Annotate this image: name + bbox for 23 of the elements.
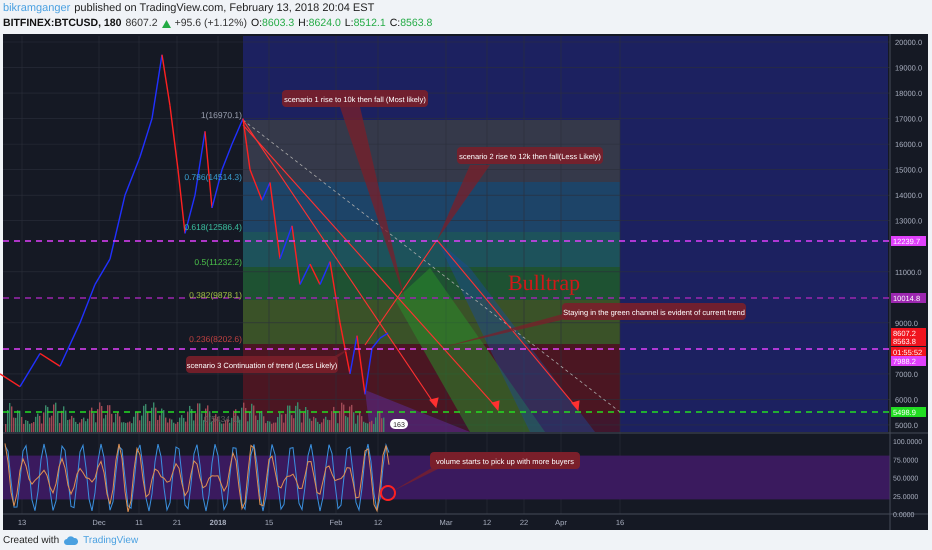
ohlc-value: 8624.0 bbox=[308, 16, 341, 31]
ohlc-label: C: bbox=[390, 16, 400, 31]
price-change: +95.6 (+1.12%) bbox=[174, 16, 247, 31]
created-with-text: Created with bbox=[3, 534, 60, 548]
cloud-logo-icon bbox=[64, 536, 78, 544]
bulltrap-label: Bulltrap bbox=[508, 270, 580, 295]
author-link[interactable]: bikramganger bbox=[3, 1, 70, 16]
symbol-title: BITFINEX:BTCUSD, 180 bbox=[3, 16, 122, 31]
brand-link[interactable]: TradingView bbox=[83, 532, 138, 548]
ohlc-value: 8603.3 bbox=[262, 16, 294, 31]
fib-level-label: 0.236(8202.6) bbox=[189, 334, 242, 344]
highlight-circle bbox=[380, 485, 396, 501]
ohlc-value: 8563.8 bbox=[400, 16, 432, 31]
trend-up-icon bbox=[162, 20, 171, 28]
ohlc-label: O: bbox=[250, 16, 262, 31]
published-text: published on TradingView.com, February 13, 2018 20:04 EST bbox=[74, 1, 374, 16]
fib-level-label: 0.5(11232.2) bbox=[194, 257, 242, 267]
ohlc-label: H: bbox=[298, 16, 309, 31]
ohlc-value: 8512.1 bbox=[354, 16, 386, 31]
fib-level-label: 1(16970.1) bbox=[200, 110, 242, 120]
fib-level-label: 0.382(9878.1) bbox=[189, 290, 242, 300]
last-price: 8607.2 bbox=[125, 16, 158, 31]
ohlc-label: L: bbox=[344, 16, 354, 31]
